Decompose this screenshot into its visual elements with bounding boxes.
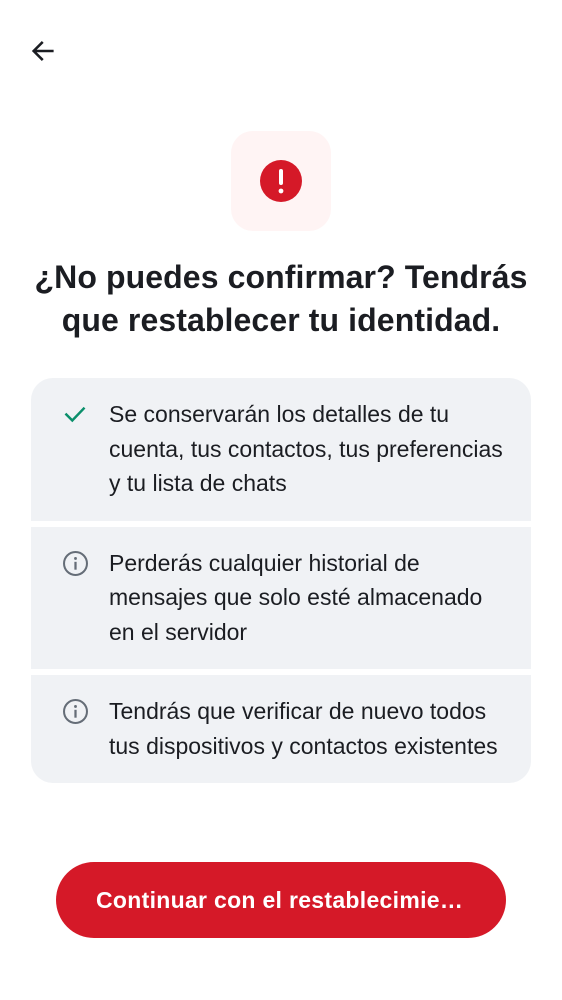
exclamation-circle-icon — [260, 160, 302, 202]
title-line-1: ¿No puedes confirmar? Tendrás — [34, 259, 528, 295]
info-icon — [61, 694, 89, 763]
page-title: ¿No puedes confirmar? Tendrás que restab… — [20, 256, 542, 342]
alert-badge — [231, 131, 331, 231]
info-item-reverify: Tendrás que verificar de nuevo todos tus… — [31, 675, 531, 783]
back-button[interactable] — [22, 30, 64, 72]
info-item-text: Se conservarán los detalles de tu cuenta… — [109, 401, 503, 496]
info-icon — [61, 546, 89, 650]
title-line-2: que restablecer tu identidad. — [61, 302, 501, 338]
info-list: Se conservarán los detalles de tu cuenta… — [31, 378, 531, 783]
info-item-lose-history: Perderás cualquier historial de mensajes… — [31, 526, 531, 669]
info-item-text: Tendrás que verificar de nuevo todos tus… — [109, 698, 498, 759]
info-item-keep-details: Se conservarán los detalles de tu cuenta… — [31, 378, 531, 521]
check-icon — [61, 397, 89, 501]
continue-reset-label: Continuar con el restablecimiento — [96, 886, 466, 913]
arrow-left-icon — [31, 41, 54, 61]
info-item-text: Perderás cualquier historial de mensajes… — [109, 549, 483, 645]
continue-reset-button[interactable]: Continuar con el restablecimiento — [56, 862, 506, 938]
